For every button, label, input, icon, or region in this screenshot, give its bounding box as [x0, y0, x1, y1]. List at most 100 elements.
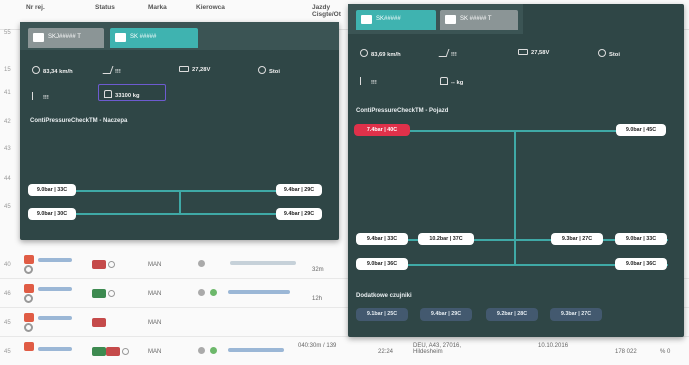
- gps-signal-stat: !!!: [32, 92, 49, 101]
- reg-number: [38, 258, 72, 262]
- brand-cell: MAN: [148, 349, 162, 355]
- section-title: ContiPressureCheckTM - Pojazd: [356, 108, 449, 114]
- header-status[interactable]: Status: [95, 4, 115, 11]
- section-title: ContiPressureCheckTM - Naczepa: [30, 118, 128, 124]
- time-cell: 22:24: [378, 349, 394, 355]
- tyre-pressure-badge[interactable]: 9.0bar | 36C: [356, 258, 408, 270]
- tyre-pressure-badge[interactable]: 9.0bar | 36C: [615, 258, 667, 270]
- vehicle-thumb-icon: [24, 255, 34, 264]
- reg-number: [38, 287, 72, 291]
- tab-vehicle-1[interactable]: SK#####: [356, 10, 436, 30]
- voltage-stat: 27,58V: [518, 49, 549, 56]
- reserve-sensor-badge[interactable]: 9.2bar | 28C: [486, 308, 538, 321]
- truck-icon: [106, 347, 120, 356]
- vehicle-thumb-icon: [24, 342, 34, 351]
- speedometer-icon: [360, 49, 368, 57]
- tab-vehicle-1[interactable]: SKJ##### T: [28, 28, 104, 48]
- driver-name: [228, 290, 290, 294]
- voltage-stat: 27,28V: [179, 66, 210, 73]
- tab-label: SK #####: [130, 34, 157, 40]
- brand-cell: MAN: [148, 291, 162, 297]
- tyre-pressure-badge[interactable]: 9.4bar | 33C: [356, 233, 408, 245]
- battery-icon: [179, 66, 189, 72]
- state-stat: Stoi: [258, 66, 280, 75]
- tab-vehicle-2[interactable]: SK ##### T: [440, 10, 518, 30]
- location-icon: [24, 265, 33, 274]
- status-circle-icon: [108, 261, 115, 268]
- tab-vehicle-2[interactable]: SK #####: [110, 28, 198, 48]
- reg-number: [38, 347, 72, 351]
- odometer-cell: 178 022: [615, 349, 637, 355]
- brand-cell: MAN: [148, 320, 162, 326]
- brand-cell: MAN: [148, 262, 162, 268]
- tyre-pressure-badge[interactable]: 9.3bar | 27C: [551, 233, 603, 245]
- speedometer-icon: [32, 66, 40, 74]
- status-dot-icon: [198, 289, 205, 296]
- tyre-pressure-badge[interactable]: 9.4bar | 29C: [276, 208, 322, 220]
- tyre-pressure-badge[interactable]: 9.0bar | 45C: [616, 124, 666, 136]
- gsm-signal-stat: !!!: [438, 49, 457, 58]
- weight-icon: [440, 77, 448, 85]
- antenna-icon: [360, 77, 368, 85]
- weight-stat: -- kg: [440, 77, 463, 86]
- clock-icon: [598, 49, 606, 57]
- axle-line: [56, 190, 312, 192]
- header-reg[interactable]: Nr rej.: [26, 4, 45, 11]
- trailer-panel: SKJ##### T SK ##### 83,34 km/h !!! 27,28…: [20, 22, 339, 240]
- speed-stat: 83,34 km/h: [32, 66, 73, 75]
- vehicle-tabbar: SKJ##### T SK #####: [20, 22, 339, 50]
- antenna-icon: [32, 92, 40, 100]
- row-number: 45: [4, 349, 11, 355]
- location-icon: [24, 294, 33, 303]
- frame-line: [179, 190, 181, 214]
- status-dot-icon: [198, 260, 205, 267]
- truck-tab-icon: [33, 33, 44, 42]
- tab-label: SKJ##### T: [48, 34, 81, 40]
- truck-icon: [92, 289, 106, 298]
- vehicle-thumb-icon: [24, 284, 34, 293]
- driver-name: [230, 261, 296, 265]
- status-dot-icon: [210, 289, 217, 296]
- gps-signal-stat: !!!: [360, 77, 377, 86]
- reserve-sensor-badge[interactable]: 9.4bar | 29C: [420, 308, 472, 321]
- tyre-pressure-badge-alert[interactable]: 7.4bar | 40C: [354, 124, 410, 136]
- truck-icon: [92, 260, 106, 269]
- location-cell: DEU, A43, 27016, Hildesheim: [413, 343, 462, 355]
- reserve-sensor-badge[interactable]: 9.3bar | 27C: [550, 308, 602, 321]
- status-circle-icon: [122, 348, 129, 355]
- battery-icon: [518, 49, 528, 55]
- driver-name: [228, 348, 284, 352]
- table-row[interactable]: 45 MAN 040:30m / 139 22:24 DEU, A43, 270…: [0, 337, 689, 365]
- reserve-sensor-badge[interactable]: 9.1bar | 25C: [356, 308, 408, 321]
- truck-icon: [92, 347, 106, 356]
- row-number: 44: [4, 176, 11, 182]
- tab-label: SK ##### T: [460, 16, 492, 22]
- row-number: 40: [4, 262, 11, 268]
- vehicle-panel: SK##### SK ##### T 83,69 km/h !!! 27,58V…: [348, 4, 684, 337]
- trip-cell: 12h: [312, 296, 323, 302]
- tyre-pressure-badge[interactable]: 10.2bar | 37C: [418, 233, 474, 245]
- row-actions[interactable]: % 0: [660, 349, 670, 355]
- reg-number: [38, 316, 72, 320]
- row-number: 45: [4, 320, 11, 326]
- tyre-pressure-badge[interactable]: 9.0bar | 30C: [28, 208, 76, 220]
- tyre-pressure-badge[interactable]: 9.4bar | 29C: [276, 184, 322, 196]
- gsm-signal-stat: !!!: [102, 66, 121, 75]
- tab-label: SK#####: [376, 16, 401, 22]
- header-brand[interactable]: Marka: [148, 4, 167, 11]
- tyre-pressure-badge[interactable]: 9.0bar | 33C: [28, 184, 76, 196]
- state-stat: Stoi: [598, 49, 620, 58]
- header-driver[interactable]: Kierowca: [196, 4, 225, 11]
- trip-cell: 32m: [312, 267, 324, 273]
- truck-tab-icon: [361, 15, 372, 24]
- weight-icon: [104, 90, 112, 98]
- signal-icon: [438, 49, 450, 57]
- front-axle-line: [398, 130, 644, 132]
- header-trips[interactable]: Jazdy Cisgte/Ot: [312, 4, 352, 18]
- truck-tab-icon: [445, 15, 456, 24]
- tyre-pressure-badge[interactable]: 9.0bar | 33C: [615, 233, 667, 245]
- speed-stat: 83,69 km/h: [360, 49, 401, 58]
- row-number: 41: [4, 90, 11, 96]
- vehicle-thumb-icon: [24, 313, 34, 322]
- row-number: 55: [4, 30, 11, 36]
